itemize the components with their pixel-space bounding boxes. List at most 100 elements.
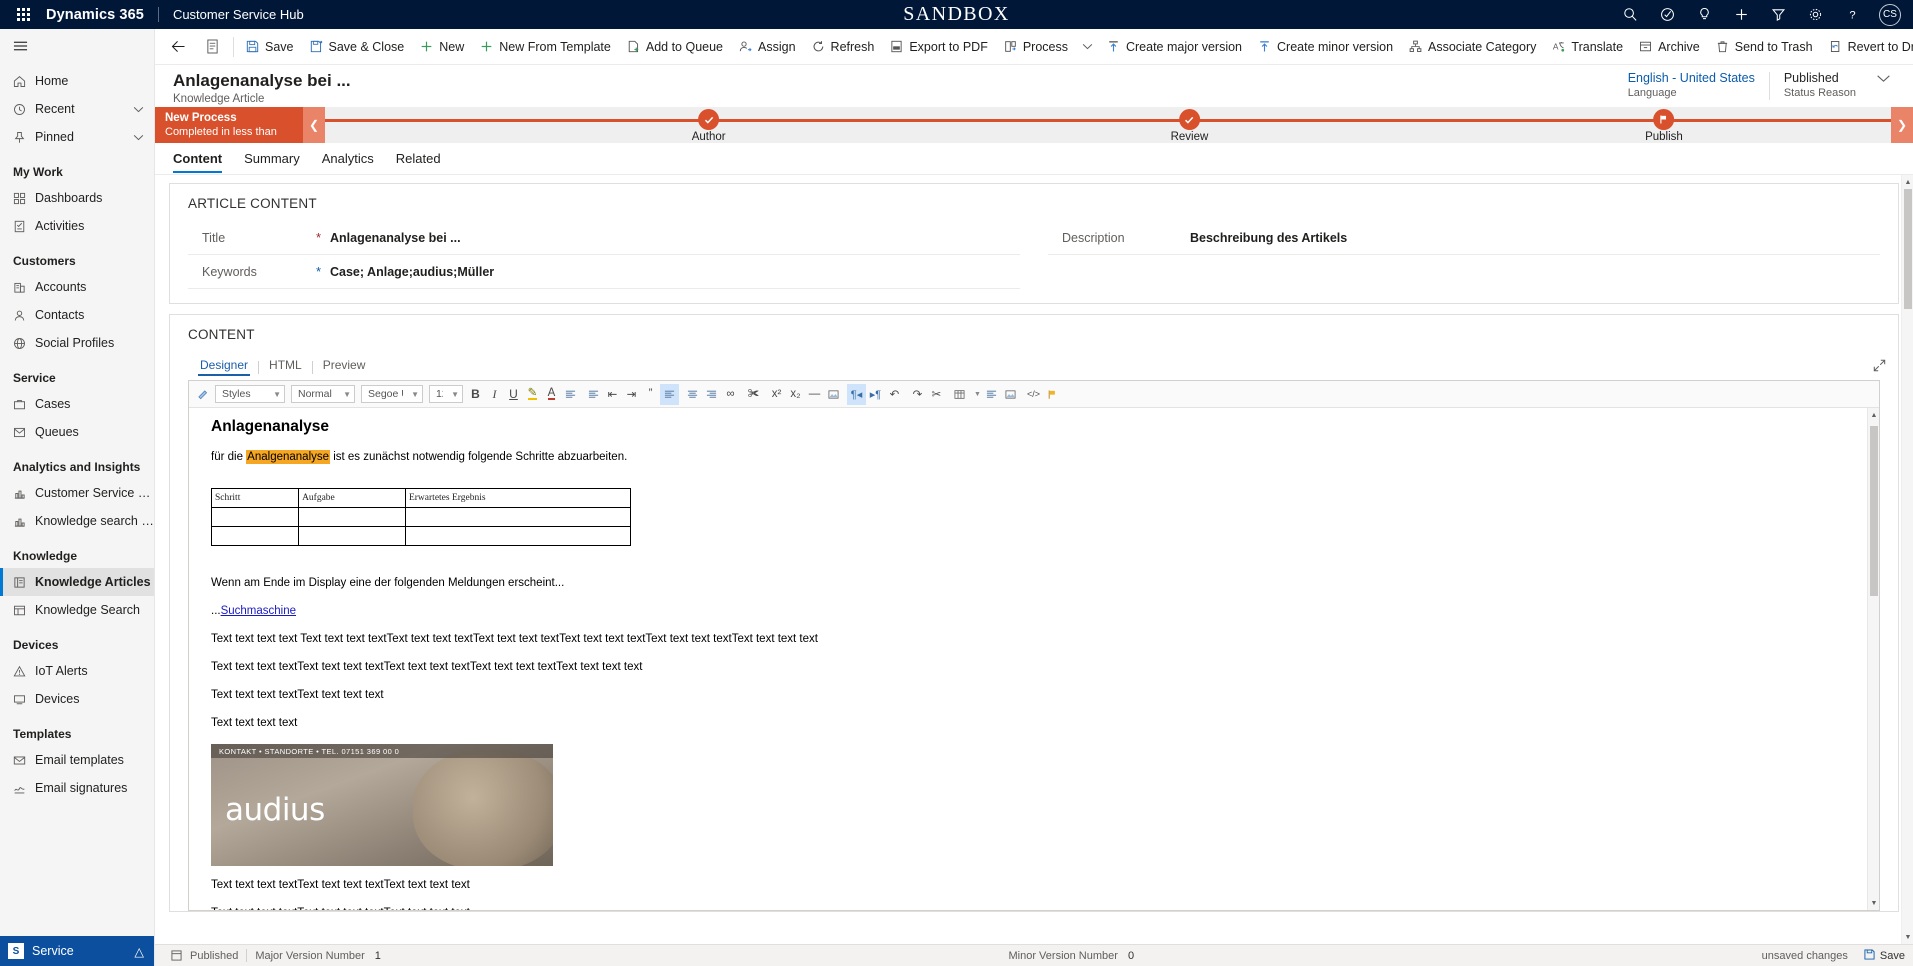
sidebar-item-home[interactable]: Home xyxy=(0,67,154,95)
redo-icon[interactable]: ↷ xyxy=(908,384,927,405)
chevron-down-icon[interactable]: ▼ xyxy=(335,390,351,399)
editor-scroll-up-icon[interactable]: ▲ xyxy=(1868,408,1879,422)
sitemap-hamburger-icon[interactable] xyxy=(0,29,154,63)
footer-form-icon[interactable] xyxy=(163,950,190,961)
associate-category-button[interactable]: Associate Category xyxy=(1401,29,1544,65)
process-button[interactable]: Process xyxy=(996,29,1076,65)
add-to-queue-button[interactable]: Add to Queue xyxy=(619,29,731,65)
format-painter-icon[interactable] xyxy=(193,384,212,405)
table-cell[interactable] xyxy=(299,527,406,546)
form-scroll-up-icon[interactable]: ▲ xyxy=(1902,175,1913,189)
font-size-dropdown[interactable]: 12▼ xyxy=(429,385,463,403)
language-value[interactable]: English - United States xyxy=(1628,71,1755,85)
editor-scroll-thumb[interactable] xyxy=(1870,426,1878,596)
help-icon[interactable]: ? xyxy=(1834,0,1871,29)
table-chevron-down-icon[interactable]: ▼ xyxy=(973,384,982,405)
chevron-down-icon[interactable] xyxy=(133,130,154,144)
bpf-next-button[interactable]: ❯ xyxy=(1891,107,1913,143)
chevron-down-icon[interactable] xyxy=(1870,71,1897,86)
sidebar-item-iot-alerts[interactable]: IoT Alerts xyxy=(0,657,154,685)
back-button[interactable] xyxy=(161,29,196,65)
sitemap-area-switcher[interactable]: S Service △ xyxy=(0,936,154,966)
unlink-icon[interactable]: ✀ xyxy=(744,384,763,405)
bold-icon[interactable]: B xyxy=(466,384,485,405)
insert-image-icon[interactable] xyxy=(824,384,843,405)
ltr-direction-icon[interactable]: ¶◂ xyxy=(847,384,866,405)
process-chevron-down-icon[interactable] xyxy=(1076,43,1099,50)
paragraph-format-dropdown[interactable]: Normal▼ xyxy=(291,385,355,403)
audius-banner-image[interactable]: KONTAKT • STANDORTE • TEL. 07151 369 00 … xyxy=(211,744,553,866)
table-icon[interactable] xyxy=(950,384,969,405)
app-launcher-waffle-icon[interactable] xyxy=(0,8,46,21)
italic-icon[interactable]: I xyxy=(485,384,504,405)
sidebar-item-email-templates[interactable]: Email templates xyxy=(0,746,154,774)
translate-button[interactable]: ATranslate xyxy=(1544,29,1631,65)
steps-table[interactable]: Schritt Aufgabe Erwartetes Ergebnis xyxy=(211,488,631,546)
align-center-icon[interactable] xyxy=(683,384,702,405)
chevron-up-icon[interactable]: △ xyxy=(134,944,154,959)
form-scroll-thumb[interactable] xyxy=(1904,189,1912,309)
align-left-icon[interactable] xyxy=(660,384,679,405)
form-scroll-down-icon[interactable]: ▼ xyxy=(1902,930,1913,944)
align-right-icon[interactable] xyxy=(702,384,721,405)
form-selector-icon[interactable] xyxy=(196,29,229,65)
bpf-previous-button[interactable]: ❮ xyxy=(303,107,325,143)
decrease-indent-icon[interactable]: ⇤ xyxy=(603,384,622,405)
archive-button[interactable]: Archive xyxy=(1631,29,1708,65)
link-icon[interactable]: ∞ xyxy=(721,384,740,405)
revert-to-draft-button[interactable]: Revert to Draft xyxy=(1821,29,1913,65)
sidebar-item-pinned[interactable]: Pinned xyxy=(0,123,154,151)
increase-indent-icon[interactable]: ⇥ xyxy=(622,384,641,405)
editor-document[interactable]: Anlagenanalyse für die Analgenanalyse is… xyxy=(189,408,1879,910)
font-color-icon[interactable]: A xyxy=(542,384,561,405)
sidebar-item-knowledge-search[interactable]: Knowledge Search xyxy=(0,596,154,624)
language-field[interactable]: English - United States Language xyxy=(1614,71,1769,99)
table-cell[interactable] xyxy=(212,527,299,546)
save-close-button[interactable]: Save & Close xyxy=(302,29,413,65)
description-field-value[interactable]: Beschreibung des Artikels xyxy=(1190,231,1347,245)
sidebar-item-customer-service-his[interactable]: Customer Service his... xyxy=(0,479,154,507)
editor-tab-designer[interactable]: Designer xyxy=(190,358,258,376)
source-code-icon[interactable]: </> xyxy=(1024,384,1043,405)
sidebar-item-queues[interactable]: Queues xyxy=(0,418,154,446)
title-field-row[interactable]: Title * Anlagenanalyse bei ... xyxy=(188,221,1020,255)
status-reason-field[interactable]: Published Status Reason xyxy=(1770,71,1870,99)
sidebar-item-devices[interactable]: Devices xyxy=(0,685,154,713)
search-icon[interactable] xyxy=(1612,0,1649,29)
title-field-value[interactable]: Anlagenanalyse bei ... xyxy=(330,231,461,245)
chevron-down-icon[interactable]: ▼ xyxy=(265,390,281,399)
sidebar-item-dashboards[interactable]: Dashboards xyxy=(0,184,154,212)
blockquote-icon[interactable]: ” xyxy=(641,384,660,405)
styles-dropdown[interactable]: Styles▼ xyxy=(215,385,285,403)
bpf-stage-publish[interactable]: Publish xyxy=(1645,107,1683,143)
create-major-version-button[interactable]: Create major version xyxy=(1099,29,1250,65)
refresh-button[interactable]: Refresh xyxy=(804,29,883,65)
superscript-icon[interactable]: x² xyxy=(767,384,786,405)
table-row[interactable] xyxy=(212,508,631,527)
sidebar-item-activities[interactable]: Activities xyxy=(0,212,154,240)
flag-icon[interactable] xyxy=(1043,384,1062,405)
new-from-template-button[interactable]: New From Template xyxy=(472,29,619,65)
table-cell[interactable] xyxy=(212,508,299,527)
remove-format-icon[interactable]: ✂ xyxy=(927,384,946,405)
numbered-list-icon[interactable] xyxy=(584,384,603,405)
suchmaschine-link[interactable]: Suchmaschine xyxy=(221,605,296,617)
send-to-trash-button[interactable]: Send to Trash xyxy=(1708,29,1821,65)
assign-button[interactable]: Assign xyxy=(731,29,804,65)
footer-save-button[interactable]: Save xyxy=(1864,949,1905,963)
bpf-current-stage[interactable]: New Process Completed in less than one..… xyxy=(155,107,303,143)
undo-icon[interactable]: ↶ xyxy=(885,384,904,405)
app-name-label[interactable]: Customer Service Hub xyxy=(159,7,304,22)
chevron-down-icon[interactable]: ▼ xyxy=(443,390,459,399)
plus-icon[interactable] xyxy=(1723,0,1760,29)
new-button[interactable]: New xyxy=(412,29,472,65)
image-properties-icon[interactable] xyxy=(1001,384,1020,405)
font-family-dropdown[interactable]: Segoe UI▼ xyxy=(361,385,423,403)
chevron-down-icon[interactable]: ▼ xyxy=(403,390,419,399)
sidebar-item-knowledge-articles[interactable]: Knowledge Articles xyxy=(0,568,154,596)
editor-scrollbar[interactable]: ▲ ▼ xyxy=(1867,408,1879,910)
line-spacing-icon[interactable] xyxy=(982,384,1001,405)
sidebar-item-contacts[interactable]: Contacts xyxy=(0,301,154,329)
sidebar-item-email-signatures[interactable]: Email signatures xyxy=(0,774,154,802)
editor-tab-preview[interactable]: Preview xyxy=(313,358,376,376)
